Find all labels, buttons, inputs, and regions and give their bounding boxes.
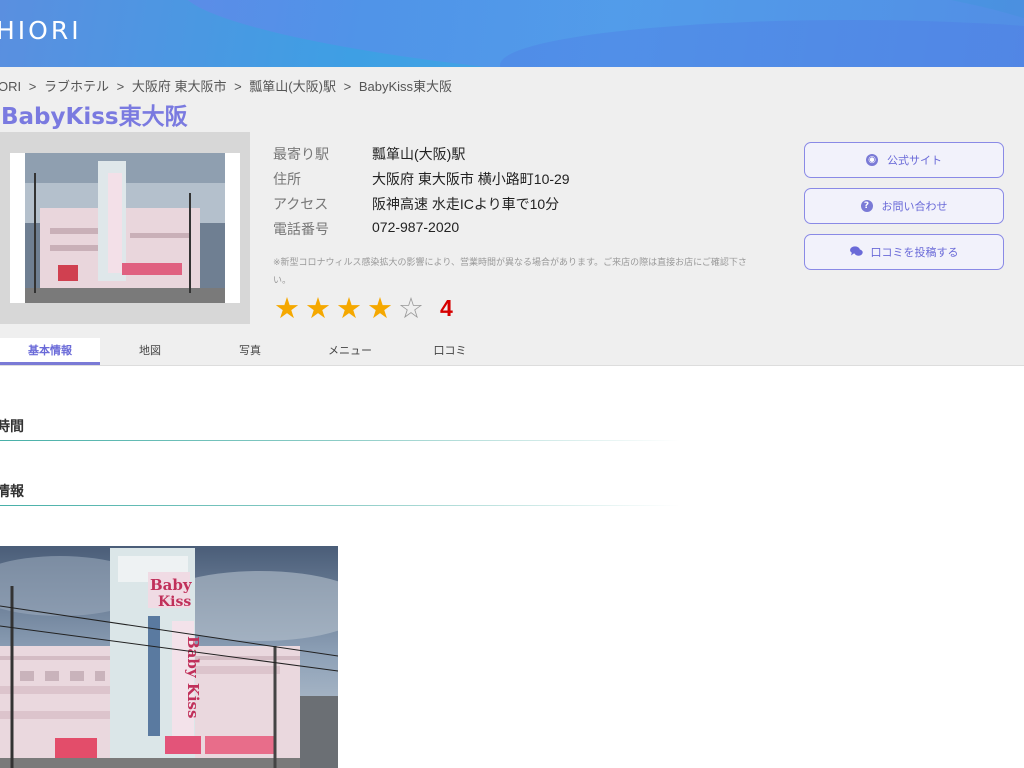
- detail-label: 住所: [273, 171, 301, 187]
- tab-photos[interactable]: 写真: [200, 338, 300, 365]
- detail-label: 最寄り駅: [273, 146, 329, 162]
- globe-icon: ◉: [866, 154, 878, 166]
- star-empty-icon: ☆: [398, 291, 424, 325]
- sign-text: Baby Kiss: [184, 636, 202, 718]
- breadcrumb-item-home[interactable]: ORI: [0, 79, 21, 94]
- tab-basic-info[interactable]: 基本情報: [0, 338, 100, 365]
- hotel-thumbnail-frame: [0, 132, 250, 324]
- star-filled-icon: ★: [336, 291, 362, 325]
- hotel-thumbnail[interactable]: [10, 153, 240, 303]
- breadcrumb-separator: >: [28, 79, 37, 94]
- star-filled-icon: ★: [274, 291, 300, 325]
- site-header: HIORI: [0, 0, 1024, 67]
- breadcrumb-item-area[interactable]: 大阪府 東大阪市: [132, 79, 227, 94]
- detail-value: 瓢箪山(大阪)駅: [372, 146, 466, 162]
- breadcrumb-separator: >: [234, 79, 242, 94]
- post-review-label: 口コミを投稿する: [870, 246, 959, 259]
- breadcrumb-separator: >: [343, 79, 352, 94]
- star-filled-icon: ★: [305, 291, 331, 325]
- breadcrumb: ORI > ラブホテル > 大阪府 東大阪市 > 瓢箪山(大阪)駅 > Baby…: [0, 76, 452, 95]
- section-heading-hours: 時間: [0, 419, 24, 435]
- contact-label: お問い合わせ: [881, 200, 948, 213]
- detail-value[interactable]: 072-987-2020: [372, 219, 459, 235]
- official-site-button[interactable]: ◉ 公式サイト: [804, 142, 1004, 178]
- detail-value: 大阪府 東大阪市 横小路町10-29: [372, 171, 570, 187]
- rating-value: 4: [440, 294, 453, 321]
- star-filled-icon: ★: [367, 291, 393, 325]
- tab-menu[interactable]: メニュー: [300, 338, 400, 365]
- tab-reviews[interactable]: 口コミ: [400, 338, 500, 365]
- hotel-photo-small: [25, 153, 225, 303]
- hotel-photo-large: Baby Kiss Baby Kiss: [0, 546, 338, 768]
- rating: ★ ★ ★ ★ ☆ 4: [272, 293, 453, 323]
- detail-value: 阪神高速 水走ICより車で10分: [372, 196, 560, 212]
- hotel-main-photo[interactable]: Baby Kiss Baby Kiss: [0, 546, 338, 768]
- breadcrumb-item-current: BabyKiss東大阪: [358, 79, 453, 94]
- section-heading-info: 情報: [0, 484, 24, 500]
- breadcrumb-item-category[interactable]: ラブホテル: [44, 79, 109, 94]
- sign-text: Baby: [150, 576, 193, 594]
- breadcrumb-item-station[interactable]: 瓢箪山(大阪)駅: [249, 79, 336, 94]
- page-title: BabyKiss東大阪: [1, 104, 188, 130]
- post-review-button[interactable]: 口コミを投稿する: [804, 234, 1004, 270]
- detail-label: アクセス: [273, 196, 329, 212]
- site-logo[interactable]: HIORI: [0, 16, 82, 45]
- hotel-tabs: 基本情報 地図 写真 メニュー 口コミ: [0, 338, 1024, 366]
- contact-button[interactable]: ? お問い合わせ: [804, 188, 1004, 224]
- detail-label: 電話番号: [273, 221, 329, 237]
- comments-icon: [849, 246, 863, 258]
- sign-text: Kiss: [158, 594, 191, 610]
- covid-notice: ※新型コロナウィルス感染拡大の影響により、営業時間が異なる場合があります。ご来店…: [273, 258, 747, 286]
- question-circle-icon: ?: [860, 200, 873, 212]
- section-divider: [0, 440, 680, 441]
- tab-map[interactable]: 地図: [100, 338, 200, 365]
- official-site-label: 公式サイト: [887, 154, 942, 167]
- section-divider: [0, 505, 680, 506]
- breadcrumb-separator: >: [116, 79, 125, 94]
